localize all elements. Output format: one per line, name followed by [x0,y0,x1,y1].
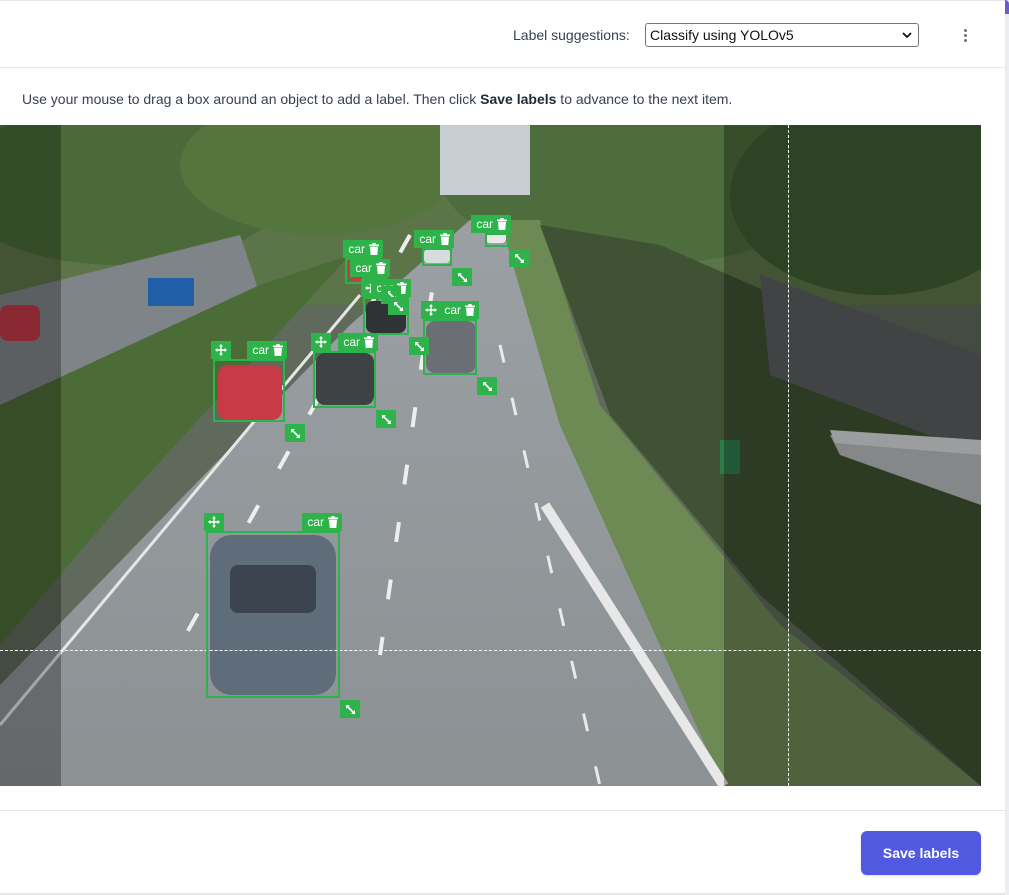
annotation-label: car [348,242,365,256]
annotation-label-tag: car [439,301,479,319]
more-vertical-icon[interactable] [958,26,972,44]
annotation-label: car [444,303,461,317]
label-suggestions-select[interactable]: Classify using YOLOv5 [645,23,919,47]
annotation-label-tag: car [350,259,390,277]
scrollbar-edge [1005,0,1009,895]
labeling-canvas[interactable]: carcarcarcarcarcarcarcarcar [0,125,981,786]
annotation-box[interactable]: car [350,259,408,315]
annotation-label-tag: car [302,513,342,531]
instructions-suffix: to advance to the next item. [556,91,733,107]
resize-icon[interactable] [452,268,472,286]
resize-icon[interactable] [509,249,529,267]
annotation-box[interactable]: car [204,513,360,718]
trash-icon[interactable] [465,304,475,316]
trash-icon[interactable] [497,218,507,230]
annotation-label: car [419,232,436,246]
save-labels-button[interactable]: Save labels [861,831,981,875]
annotation-label-tag: car [338,333,378,351]
annotation-box[interactable]: car [311,333,396,428]
instructions-text: Use your mouse to drag a box around an o… [22,91,732,107]
resize-icon[interactable] [409,337,429,355]
annotation-label: car [252,343,269,357]
trash-icon[interactable] [369,243,379,255]
move-icon[interactable] [204,513,224,531]
resize-icon[interactable] [477,377,497,395]
instructions-emphasis: Save labels [480,91,557,107]
annotation-label: car [355,261,372,275]
trash-icon[interactable] [376,262,386,274]
annotation-box[interactable]: car [414,230,472,286]
resize-icon[interactable] [388,297,408,315]
instructions-prefix: Use your mouse to drag a box around an o… [22,91,481,107]
move-icon[interactable] [211,341,231,359]
crop-shade-left [0,125,61,786]
annotation-label: car [343,335,360,349]
annotation-box[interactable]: car [471,215,529,267]
annotation-label-tag: car [343,240,383,258]
footer-divider [0,810,1005,811]
trash-icon[interactable] [440,233,450,245]
label-suggestions-label: Label suggestions: [513,27,630,43]
crosshair-vertical-guide [788,125,789,786]
chevron-down-icon [900,28,914,42]
label-suggestions-value: Classify using YOLOv5 [650,27,794,43]
annotation-label-tag: car [414,230,454,248]
annotation-label-tag: car [247,341,287,359]
resize-icon[interactable] [340,700,360,718]
move-icon[interactable] [421,301,441,319]
resize-icon[interactable] [285,424,305,442]
trash-icon[interactable] [364,336,374,348]
annotation-label: car [307,515,324,529]
annotation-label-tag: car [471,215,511,233]
toolbar: Label suggestions: Classify using YOLOv5 [0,0,1005,68]
resize-icon[interactable] [376,410,396,428]
crosshair-horizontal-guide [0,650,981,651]
trash-icon[interactable] [273,344,283,356]
annotation-label: car [476,217,493,231]
annotation-box[interactable]: car [421,301,497,395]
move-icon[interactable] [311,333,331,351]
trash-icon[interactable] [328,516,338,528]
annotation-box[interactable]: car [211,341,305,442]
crop-shade-right [724,125,981,786]
